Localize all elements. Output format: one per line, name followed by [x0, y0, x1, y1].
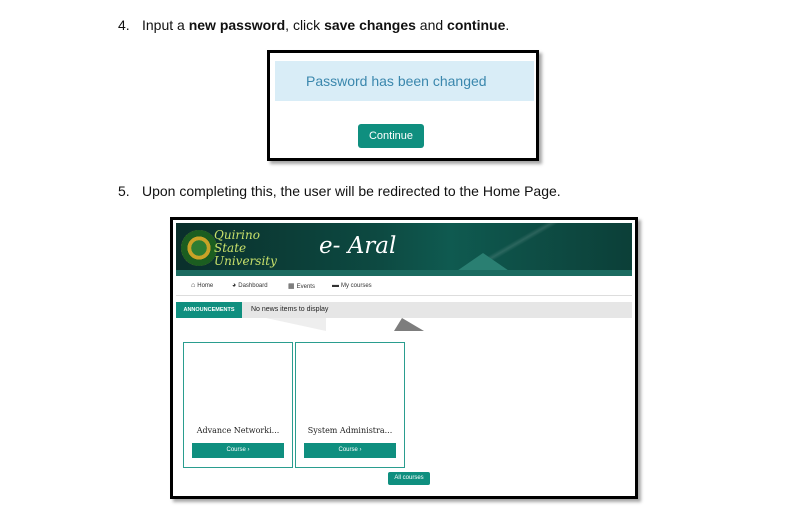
nav-item-home[interactable]: ⌂ Home [191, 282, 213, 289]
step-text: , click [285, 17, 325, 33]
decorative-shape [266, 318, 326, 331]
university-seal-icon [181, 230, 217, 266]
emphasis-continue: continue [447, 17, 506, 33]
nav-label: Home [197, 283, 214, 289]
decorative-shape [394, 318, 424, 331]
nav-label: Events [296, 284, 315, 290]
course-button[interactable]: Course › [192, 443, 284, 458]
step-text: Input a [142, 17, 189, 33]
password-changed-screenshot: Password has been changed Continue [267, 50, 539, 161]
nav-item-events[interactable]: ▦ Events [288, 282, 315, 290]
course-title[interactable]: Advance Networki... [184, 426, 292, 435]
step-number: 5. [118, 183, 130, 199]
university-name: Quirino State University [214, 229, 277, 268]
nav-item-dashboard[interactable]: ◕ Dashboard [232, 282, 268, 289]
step-text: and [415, 17, 448, 33]
password-changed-alert: Password has been changed [275, 61, 534, 101]
emphasis-save-changes: save changes [324, 17, 416, 33]
announcements-text: No news items to display [251, 306, 329, 313]
step-text: Upon completing this, the user will be r… [142, 183, 561, 199]
announcements-label[interactable]: ANNOUNCEMENTS [176, 302, 242, 318]
course-card[interactable]: System Administra... Course › [295, 342, 405, 468]
continue-button[interactable]: Continue [358, 124, 424, 148]
university-name-line: University [214, 254, 277, 268]
course-title[interactable]: System Administra... [296, 426, 404, 435]
course-button[interactable]: Course › [304, 443, 396, 458]
emphasis-new-password: new password [188, 17, 286, 33]
step-4-instruction: 4. Input a new password, click save chang… [118, 16, 509, 34]
nav-label: Dashboard [238, 283, 268, 289]
briefcase-icon: ▬ [332, 282, 339, 289]
banner-stripe [176, 270, 632, 276]
site-title: e- Aral [319, 233, 397, 259]
course-card[interactable]: Advance Networki... Course › [183, 342, 293, 468]
step-text: . [505, 17, 510, 33]
step-5-instruction: 5. Upon completing this, the user will be… [118, 182, 561, 200]
nav-bar: ⌂ Home ◕ Dashboard ▦ Events ▬ My courses [176, 277, 632, 296]
home-page-screenshot: Quirino State University e- Aral ⌂ Home ◕… [170, 217, 638, 499]
announcements-bar: ANNOUNCEMENTS No news items to display [176, 302, 632, 318]
dashboard-icon: ◕ [232, 282, 237, 289]
calendar-icon: ▦ [288, 283, 295, 290]
nav-label: My courses [341, 283, 372, 289]
nav-item-my-courses[interactable]: ▬ My courses [332, 282, 372, 289]
all-courses-button[interactable]: All courses [388, 472, 430, 485]
site-banner: Quirino State University e- Aral [176, 223, 632, 276]
step-number: 4. [118, 17, 130, 33]
home-icon: ⌂ [191, 282, 196, 289]
